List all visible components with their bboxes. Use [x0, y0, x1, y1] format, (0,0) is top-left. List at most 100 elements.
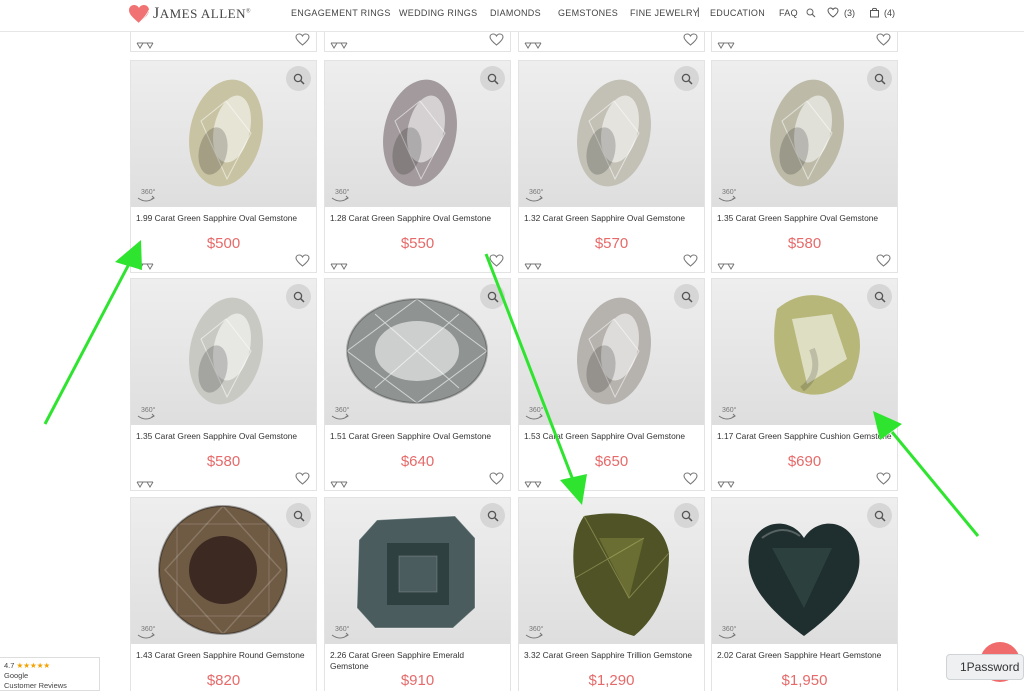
product-card[interactable]: 360° 1.99 Carat Green Sapphire Oval Gemst…: [130, 60, 317, 273]
product-title[interactable]: 2.02 Carat Green Sapphire Heart Gemstone: [717, 650, 892, 661]
view-360-icon[interactable]: 360°: [717, 407, 737, 421]
product-card[interactable]: 360° 1.53 Carat Green Sapphire Oval Gemst…: [518, 278, 705, 491]
nav-wedding-rings[interactable]: WEDDING RINGS: [399, 8, 477, 18]
zoom-icon[interactable]: [674, 503, 699, 528]
product-card[interactable]: 360° 1.43 Carat Green Sapphire Round Gems…: [130, 497, 317, 691]
zoom-icon[interactable]: [286, 66, 311, 91]
compare-icon[interactable]: [136, 257, 154, 275]
product-image[interactable]: 360°: [131, 279, 316, 425]
product-card[interactable]: 360° 1.35 Carat Green Sapphire Oval Gemst…: [711, 60, 898, 273]
product-card[interactable]: 360° 1.51 Carat Green Sapphire Oval Gemst…: [324, 278, 511, 491]
zoom-icon[interactable]: [286, 503, 311, 528]
compare-icon[interactable]: [136, 36, 154, 54]
product-title[interactable]: 1.53 Carat Green Sapphire Oval Gemstone: [524, 431, 699, 442]
product-card[interactable]: 360° 1.17 Carat Green Sapphire Cushion Ge…: [711, 278, 898, 491]
view-360-icon[interactable]: 360°: [524, 626, 544, 640]
favorite-heart-icon[interactable]: [489, 472, 504, 490]
product-title[interactable]: 2.26 Carat Green Sapphire Emerald Gemsto…: [330, 650, 505, 672]
zoom-icon[interactable]: [867, 503, 892, 528]
product-image[interactable]: 360°: [712, 498, 897, 644]
product-card-partial[interactable]: [130, 30, 317, 52]
product-title[interactable]: 1.32 Carat Green Sapphire Oval Gemstone: [524, 213, 699, 224]
wishlist-heart-icon[interactable]: [827, 7, 839, 18]
product-title[interactable]: 1.28 Carat Green Sapphire Oval Gemstone: [330, 213, 505, 224]
cart-bag-icon[interactable]: [869, 7, 880, 18]
product-title[interactable]: 3.32 Carat Green Sapphire Trillion Gemst…: [524, 650, 699, 661]
compare-icon[interactable]: [524, 36, 542, 54]
zoom-icon[interactable]: [480, 66, 505, 91]
compare-icon[interactable]: [330, 257, 348, 275]
favorite-heart-icon[interactable]: [683, 33, 698, 51]
view-360-icon[interactable]: 360°: [136, 189, 156, 203]
view-360-icon[interactable]: 360°: [136, 626, 156, 640]
compare-icon[interactable]: [524, 475, 542, 493]
product-title[interactable]: 1.35 Carat Green Sapphire Oval Gemstone: [717, 213, 892, 224]
product-image[interactable]: 360°: [131, 61, 316, 207]
compare-icon[interactable]: [717, 36, 735, 54]
compare-icon[interactable]: [330, 475, 348, 493]
product-card[interactable]: 360° 1.28 Carat Green Sapphire Oval Gemst…: [324, 60, 511, 273]
product-card[interactable]: 360° 3.32 Carat Green Sapphire Trillion G…: [518, 497, 705, 691]
favorite-heart-icon[interactable]: [295, 254, 310, 272]
product-card-partial[interactable]: [324, 30, 511, 52]
product-image[interactable]: 360°: [131, 498, 316, 644]
favorite-heart-icon[interactable]: [683, 472, 698, 490]
view-360-icon[interactable]: 360°: [330, 626, 350, 640]
logo[interactable]: JAMES ALLEN®: [128, 3, 251, 25]
zoom-icon[interactable]: [480, 503, 505, 528]
view-360-icon[interactable]: 360°: [330, 407, 350, 421]
nav-gemstones[interactable]: GEMSTONES: [558, 8, 618, 18]
zoom-icon[interactable]: [867, 66, 892, 91]
product-title[interactable]: 1.99 Carat Green Sapphire Oval Gemstone: [136, 213, 311, 224]
favorite-heart-icon[interactable]: [876, 254, 891, 272]
favorite-heart-icon[interactable]: [295, 472, 310, 490]
compare-icon[interactable]: [717, 257, 735, 275]
1password-prompt[interactable]: 1Password: [946, 654, 1024, 680]
product-image[interactable]: 360°: [325, 498, 510, 644]
view-360-icon[interactable]: 360°: [136, 407, 156, 421]
product-title[interactable]: 1.17 Carat Green Sapphire Cushion Gemsto…: [717, 431, 892, 442]
zoom-icon[interactable]: [674, 66, 699, 91]
product-title[interactable]: 1.43 Carat Green Sapphire Round Gemstone: [136, 650, 311, 661]
product-card-partial[interactable]: [518, 30, 705, 52]
nav-education[interactable]: EDUCATION: [710, 8, 765, 18]
compare-icon[interactable]: [717, 475, 735, 493]
product-image[interactable]: 360°: [519, 498, 704, 644]
favorite-heart-icon[interactable]: [876, 33, 891, 51]
view-360-icon[interactable]: 360°: [524, 407, 544, 421]
search-icon[interactable]: [806, 8, 816, 18]
product-card[interactable]: 360° 2.26 Carat Green Sapphire Emerald Ge…: [324, 497, 511, 691]
product-image[interactable]: 360°: [712, 279, 897, 425]
product-image[interactable]: 360°: [325, 279, 510, 425]
product-image[interactable]: 360°: [519, 61, 704, 207]
favorite-heart-icon[interactable]: [683, 254, 698, 272]
product-card[interactable]: 360° 1.32 Carat Green Sapphire Oval Gemst…: [518, 60, 705, 273]
view-360-icon[interactable]: 360°: [717, 189, 737, 203]
view-360-icon[interactable]: 360°: [330, 189, 350, 203]
zoom-icon[interactable]: [480, 284, 505, 309]
nav-diamonds[interactable]: DIAMONDS: [490, 8, 541, 18]
compare-icon[interactable]: [524, 257, 542, 275]
product-card-partial[interactable]: [711, 30, 898, 52]
product-image[interactable]: 360°: [519, 279, 704, 425]
favorite-heart-icon[interactable]: [876, 472, 891, 490]
view-360-icon[interactable]: 360°: [524, 189, 544, 203]
nav-engagement-rings[interactable]: ENGAGEMENT RINGS: [291, 8, 391, 18]
product-title[interactable]: 1.51 Carat Green Sapphire Oval Gemstone: [330, 431, 505, 442]
nav-fine-jewelry[interactable]: FINE JEWELRY: [630, 8, 699, 18]
product-card[interactable]: 360° 2.02 Carat Green Sapphire Heart Gems…: [711, 497, 898, 691]
compare-icon[interactable]: [330, 36, 348, 54]
product-card[interactable]: 360° 1.35 Carat Green Sapphire Oval Gemst…: [130, 278, 317, 491]
favorite-heart-icon[interactable]: [295, 33, 310, 51]
zoom-icon[interactable]: [867, 284, 892, 309]
favorite-heart-icon[interactable]: [489, 254, 504, 272]
product-image[interactable]: 360°: [325, 61, 510, 207]
zoom-icon[interactable]: [286, 284, 311, 309]
zoom-icon[interactable]: [674, 284, 699, 309]
nav-faq[interactable]: FAQ: [779, 8, 798, 18]
compare-icon[interactable]: [136, 475, 154, 493]
google-reviews-badge[interactable]: 4.7 ★★★★★ Google Customer Reviews: [0, 657, 100, 691]
favorite-heart-icon[interactable]: [489, 33, 504, 51]
view-360-icon[interactable]: 360°: [717, 626, 737, 640]
product-image[interactable]: 360°: [712, 61, 897, 207]
